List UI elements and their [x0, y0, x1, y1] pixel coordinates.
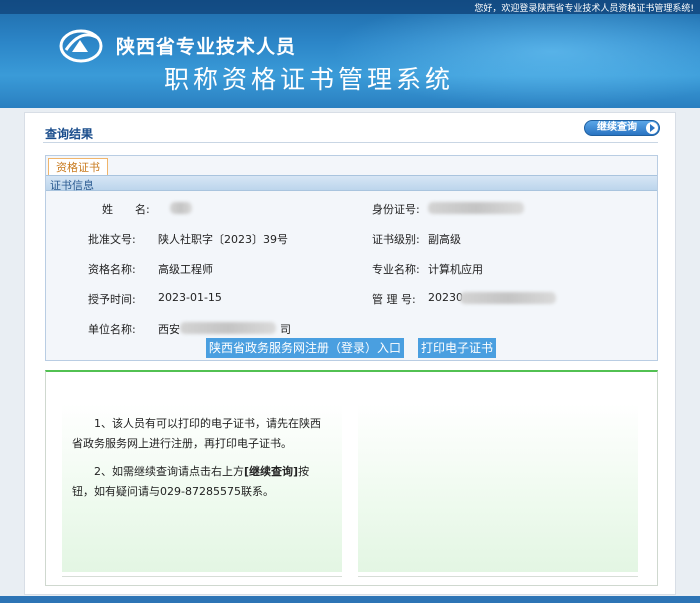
arrow-right-icon: [646, 122, 658, 134]
unit-value-redacted: [180, 322, 276, 334]
notice-divider-left: [62, 576, 342, 577]
name-value-redacted: [170, 202, 192, 214]
main-content: 查询结果 继续查询 资格证书 证书信息 姓 名: 身份证号: 批准文号: 陕人社…: [24, 112, 676, 595]
bottom-bar: [0, 596, 700, 603]
notice-line-2b: 钮，如有疑问请与029-87285575联系。: [72, 485, 274, 498]
qualification-label: 资格名称:: [88, 263, 136, 276]
manage-number-prefix: 20230: [428, 291, 463, 304]
major-value: 计算机应用: [428, 263, 483, 276]
manage-number-label: 管 理 号:: [372, 293, 416, 306]
system-title-line2: 职称资格证书管理系统: [164, 65, 455, 94]
id-value-redacted: [428, 202, 524, 214]
unit-value-suffix: 司: [280, 323, 291, 336]
manage-number-redacted: [460, 292, 556, 304]
notice-continue-query-ref: [继续查询]: [244, 465, 299, 478]
unit-label: 单位名称:: [88, 323, 136, 336]
id-label: 身份证号:: [372, 203, 420, 216]
header-banner: 您好，欢迎登录陕西省专业技术人员资格证书管理系统! 陕西省专业技术人员 职称资格…: [0, 0, 700, 108]
approval-label: 批准文号:: [88, 233, 136, 246]
date-value: 2023-01-15: [158, 291, 222, 304]
notice-line-1a: 1、该人员有可以打印的电子证书，请先在陕西: [94, 417, 321, 430]
major-label: 专业名称:: [372, 263, 420, 276]
notice-line-2a: 2、如需继续查询请点击右上方[继续查询]按: [94, 462, 309, 482]
continue-query-button[interactable]: 继续查询: [584, 120, 660, 136]
system-title-line1: 陕西省专业技术人员: [116, 36, 297, 58]
top-welcome-bar: 您好，欢迎登录陕西省专业技术人员资格证书管理系统!: [0, 0, 700, 14]
print-certificate-button[interactable]: 打印电子证书: [418, 338, 497, 358]
notice-line-2a-post: 按: [298, 465, 310, 478]
name-label: 姓 名:: [102, 203, 150, 216]
certificate-section-label: 证书信息: [50, 179, 94, 192]
logo-icon: [59, 29, 103, 63]
qualification-value: 高级工程师: [158, 263, 213, 276]
unit-value-prefix: 西安: [158, 323, 180, 336]
notice-divider-right: [358, 576, 638, 577]
notice-line-2a-pre: 2、如需继续查询请点击右上方: [94, 465, 244, 478]
gov-service-login-button[interactable]: 陕西省政务服务网注册（登录）入口: [206, 338, 405, 358]
welcome-text: 您好，欢迎登录陕西省专业技术人员资格证书管理系统!: [474, 4, 694, 14]
notice-box-right: [358, 404, 638, 572]
certificate-section-header: 证书信息: [46, 175, 657, 192]
continue-query-label: 继续查询: [597, 122, 637, 133]
approval-value: 陕人社职字〔2023〕39号: [158, 233, 288, 246]
tab-certificate[interactable]: 资格证书: [48, 158, 108, 176]
level-value: 副高级: [428, 233, 461, 246]
notice-panel: 1、该人员有可以打印的电子证书，请先在陕西 省政务服务网上进行注册，再打印电子证…: [45, 370, 658, 586]
page-title: 查询结果: [45, 127, 94, 141]
date-label: 授予时间:: [88, 293, 136, 306]
level-label: 证书级别:: [372, 233, 420, 246]
certificate-panel: 资格证书 证书信息 姓 名: 身份证号: 批准文号: 陕人社职字〔2023〕39…: [45, 155, 658, 361]
notice-line-1b: 省政务服务网上进行注册，再打印电子证书。: [72, 437, 292, 450]
title-divider: [43, 142, 658, 143]
